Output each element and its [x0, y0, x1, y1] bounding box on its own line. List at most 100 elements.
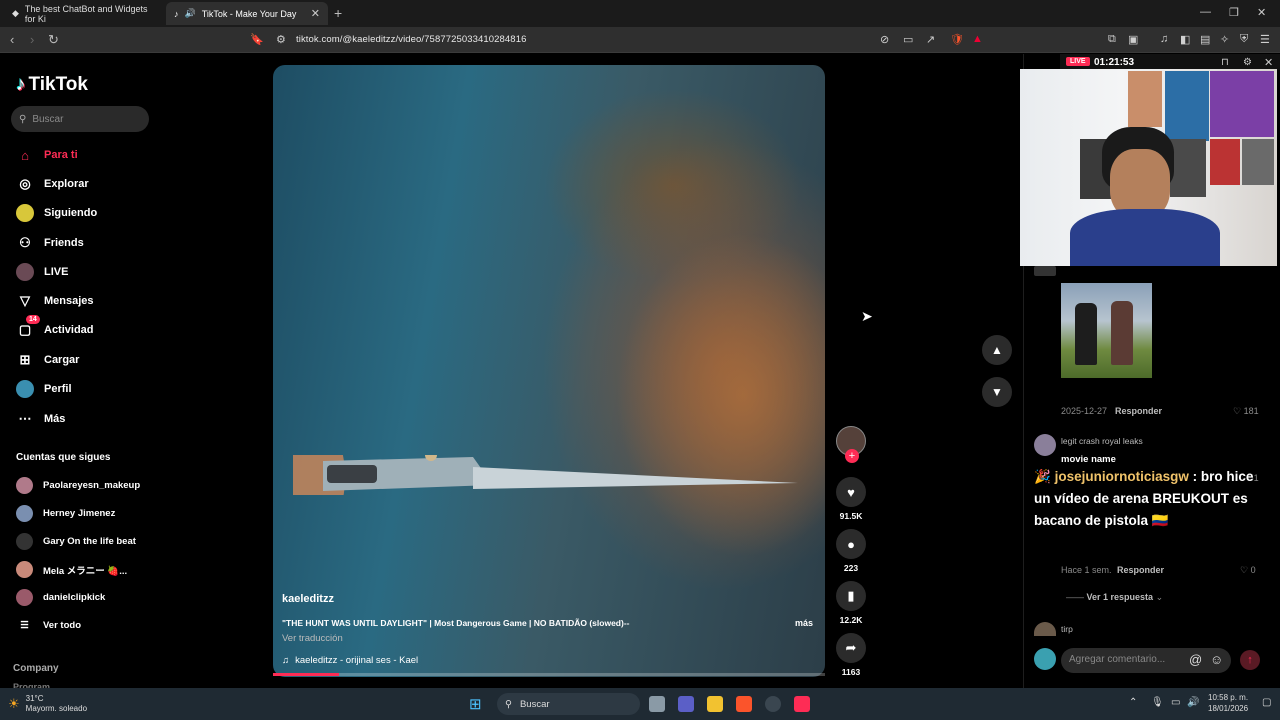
share-icon[interactable]: ↗	[926, 33, 935, 46]
chevron-up-icon[interactable]: ⌃	[1129, 697, 1137, 708]
volume-icon[interactable]: 🔊	[1187, 697, 1199, 708]
bookmark-icon[interactable]: 🔖	[250, 33, 264, 46]
tiktok-note-icon: ♪	[16, 74, 26, 95]
network-icon[interactable]: ▭	[1171, 697, 1180, 708]
reply-label: Responder	[1115, 406, 1163, 416]
close-tab-icon[interactable]: ✕	[311, 7, 320, 20]
bookmark-icon[interactable]: ▮	[836, 581, 866, 611]
start-icon[interactable]: ⊞	[469, 695, 482, 713]
close-overlay-icon[interactable]: ✕	[1264, 56, 1273, 69]
mute-icon[interactable]: ⊘	[880, 33, 889, 46]
reload-icon[interactable]: ↻	[48, 32, 59, 48]
nav-actividad[interactable]: ▢ 14 Actividad	[16, 315, 94, 339]
clock-time: 10:58 p. m.	[1208, 693, 1249, 702]
nav-perfil[interactable]: Perfil	[16, 380, 72, 398]
close-window-icon[interactable]: ✕	[1257, 6, 1266, 19]
wallet-icon[interactable]: ▤	[1200, 33, 1210, 46]
view-replies-button[interactable]: —— Ver 1 respuesta ⌄	[1066, 592, 1163, 603]
reply-button[interactable]: Responder	[1115, 406, 1162, 416]
menu-icon[interactable]: ☰	[1260, 33, 1270, 46]
video-username[interactable]: kaeleditzz	[282, 593, 334, 605]
mention-icon[interactable]: @	[1189, 652, 1202, 667]
emoji-icon[interactable]: ☺	[1210, 652, 1223, 667]
activity-badge: 14	[26, 315, 40, 324]
task-view-icon[interactable]	[649, 696, 665, 712]
video-progress-bar[interactable]	[273, 673, 825, 676]
notifications-icon[interactable]: ▢	[1262, 697, 1271, 708]
comment-avatar[interactable]	[1034, 266, 1056, 276]
tiktok-app-icon[interactable]	[794, 696, 810, 712]
comment-input[interactable]: Agregar comentario...	[1061, 648, 1231, 673]
weather-widget[interactable]: ☀ 31°C Mayorm. soleado	[8, 694, 87, 714]
site-settings-icon[interactable]: ⚙	[276, 33, 286, 46]
settings-icon[interactable]: ⚙	[1243, 57, 1252, 68]
nav-friends[interactable]: ⚇ Friends	[16, 234, 84, 252]
following-account[interactable]: Gary On the life beat	[16, 533, 136, 550]
reply-button[interactable]: Responder	[1117, 565, 1164, 575]
nav-cargar[interactable]: ⊞ Cargar	[16, 351, 80, 369]
comment-like[interactable]: ♡ 181	[1233, 406, 1259, 417]
comment-icon[interactable]: ●	[836, 529, 866, 559]
minimize-icon[interactable]: —	[1200, 6, 1211, 18]
back-icon[interactable]: ‹	[10, 32, 14, 47]
nav-siguiendo[interactable]: Siguiendo	[16, 204, 97, 222]
comment-action[interactable]: ● 223	[836, 529, 866, 573]
cast-icon[interactable]: ▭	[903, 33, 913, 46]
following-account[interactable]: Mela メラニー 🍓...	[16, 561, 127, 578]
following-account[interactable]: danielclipkick	[16, 589, 105, 606]
new-tab-button[interactable]: +	[334, 5, 342, 21]
nav-live[interactable]: LIVE	[16, 263, 68, 281]
next-video-button[interactable]: ▼	[982, 377, 1012, 407]
sidebar-toggle-icon[interactable]: ◧	[1180, 33, 1190, 46]
ai-icon[interactable]: ✧	[1220, 33, 1229, 46]
windows-taskbar	[0, 688, 1280, 720]
music-icon[interactable]: ♫	[1160, 33, 1168, 45]
obs-icon[interactable]	[765, 696, 781, 712]
url-field[interactable]: tiktok.com/@kaeleditzz/video/75877250334…	[296, 34, 526, 45]
nav-mas[interactable]: ⋯ Más	[16, 410, 66, 428]
see-all-link[interactable]: ☰ Ver todo	[16, 620, 81, 631]
brave-shield-icon[interactable]: 🛡	[950, 33, 964, 46]
comment-image[interactable]	[1061, 283, 1152, 378]
file-explorer-icon[interactable]	[707, 696, 723, 712]
send-button[interactable]: ↑	[1240, 650, 1260, 670]
share-arrow-icon[interactable]: ➦	[836, 633, 866, 663]
restore-icon[interactable]: ❐	[1229, 6, 1239, 19]
system-clock[interactable]: 10:58 p. m. 18/01/2026	[1208, 692, 1248, 714]
company-link[interactable]: Company	[13, 663, 59, 674]
friends-icon: ⚇	[19, 235, 31, 250]
translate-link[interactable]: Ver traducción	[282, 633, 343, 644]
nav-para-ti[interactable]: ⌂ Para ti	[16, 146, 78, 164]
pin-icon[interactable]: ⊓	[1221, 57, 1229, 68]
brave-browser-icon[interactable]	[736, 696, 752, 712]
tiktok-logo[interactable]: ♪ TikTok	[16, 74, 88, 96]
share-action[interactable]: ➦ 1163	[836, 633, 866, 677]
like-action[interactable]: ♥ 91.5K	[836, 477, 866, 521]
vpn-icon[interactable]: ⛨	[1240, 33, 1248, 46]
extensions-icon[interactable]: ⧉	[1108, 33, 1116, 46]
video-player[interactable]	[273, 65, 825, 677]
browser-tab-tiktok[interactable]: ♪ 🔊 TikTok - Make Your Day ✕	[166, 2, 328, 25]
screenshot-icon[interactable]: ▣	[1128, 33, 1138, 46]
browser-tab-chatbot[interactable]: ◆ The best ChatBot and Widgets for Ki	[4, 2, 164, 25]
previous-video-button[interactable]: ▲	[982, 335, 1012, 365]
rewards-icon[interactable]: ▲	[972, 33, 983, 45]
comment-author[interactable]: tirp	[1061, 624, 1073, 634]
comment-like[interactable]: ♡ 0	[1240, 565, 1256, 576]
taskbar-search[interactable]: ⚲ Buscar	[497, 693, 640, 715]
search-input[interactable]: ⚲ Buscar	[11, 106, 149, 132]
heart-icon[interactable]: ♥	[836, 477, 866, 507]
forward-icon[interactable]: ›	[30, 32, 34, 47]
nav-explorar[interactable]: ◎ Explorar	[16, 175, 88, 193]
save-action[interactable]: ▮ 12.2K	[836, 581, 866, 625]
nav-mensajes[interactable]: ▽ Mensajes	[16, 292, 94, 310]
microphone-icon[interactable]: 🎙	[1151, 697, 1164, 708]
more-button[interactable]: más	[795, 618, 813, 628]
follow-plus-icon[interactable]: +	[845, 449, 859, 463]
music-link[interactable]: ♫ kaeleditzz - orijinal ses - Kael	[282, 655, 418, 666]
comment-author[interactable]: legit crash royal leaks	[1061, 436, 1143, 446]
comment-avatar[interactable]	[1034, 434, 1056, 456]
following-account[interactable]: Paolareyesn_makeup	[16, 477, 140, 494]
teams-icon[interactable]	[678, 696, 694, 712]
following-account[interactable]: Herney Jimenez	[16, 505, 115, 522]
